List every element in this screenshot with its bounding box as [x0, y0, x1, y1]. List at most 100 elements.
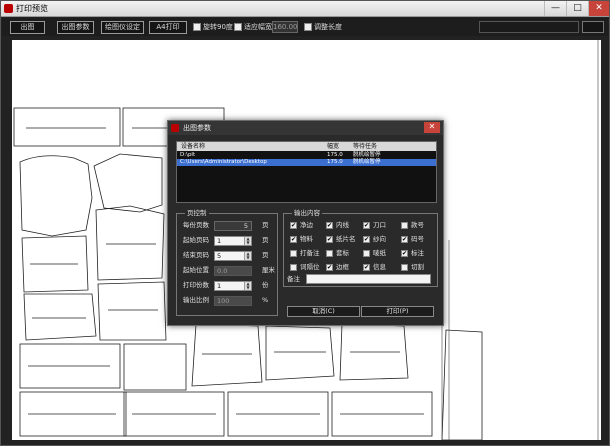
adjust-length-label: 调整长度 [314, 23, 342, 31]
device-row[interactable]: D:\plt 175.0 脱机绘暂停 [177, 152, 436, 159]
output-option-checkbox[interactable]: ✔ [401, 236, 408, 243]
cancel-button[interactable]: 取消(C) [287, 306, 360, 317]
rotate-90-checkbox[interactable] [193, 23, 201, 31]
window-title: 打印预览 [16, 4, 48, 13]
header-width: 幅宽 [327, 143, 340, 150]
a4-print-button[interactable]: A4打印 [149, 21, 187, 34]
output-option-label: 打备注 [300, 249, 320, 257]
output-option-checkbox[interactable]: ✔ [290, 222, 297, 229]
device-width: 175.0 [327, 159, 343, 165]
output-scale-label: 输出比例 [183, 296, 209, 304]
output-option-label: 标注 [411, 249, 424, 257]
minimize-button[interactable]: — [544, 1, 566, 16]
pattern-piece [95, 205, 165, 281]
output-scale-input[interactable]: 100 [214, 296, 252, 306]
device-row-selected[interactable]: C:\Users\Administrator\Desktop 175.0 脱机绘… [177, 159, 436, 166]
start-page-input[interactable]: 1 ▲ ▼ [214, 236, 252, 246]
pattern-piece [13, 107, 121, 147]
pattern-piece [191, 323, 263, 387]
output-option-checkbox[interactable]: ✔ [326, 264, 333, 271]
pattern-piece [23, 293, 97, 341]
device-list[interactable]: 设备名称 幅宽 等待任务 D:\plt 175.0 脱机绘暂停 C:\Users… [176, 141, 437, 203]
output-option-checkbox[interactable]: ✔ [290, 236, 297, 243]
plotter-settings-button[interactable]: 绘图仪设定 [101, 21, 144, 34]
app-logo-icon [4, 4, 13, 13]
header-device-name: 设备名称 [181, 143, 206, 150]
dialog-title-bar: 出图参数 ✕ [168, 121, 443, 135]
output-option-checkbox[interactable] [401, 222, 408, 229]
start-position-label: 起始位置 [183, 266, 209, 274]
status-button[interactable] [582, 21, 604, 33]
copies-label: 打印份数 [183, 281, 209, 289]
checkmark-icon: ✔ [402, 236, 408, 243]
output-content-title: 输出内容 [292, 209, 322, 218]
output-button[interactable]: 出图 [10, 21, 45, 34]
output-option-checkbox[interactable]: ✔ [326, 236, 333, 243]
end-page-unit: 页 [262, 251, 269, 259]
output-option-checkbox[interactable] [326, 250, 333, 257]
checkmark-icon: ✔ [291, 222, 297, 229]
start-page-value: 1 [217, 237, 222, 245]
maximize-button[interactable]: □ [566, 1, 588, 16]
pattern-piece [265, 325, 335, 381]
fit-width-checkbox[interactable] [234, 23, 242, 31]
output-option-label: 唛纸 [373, 249, 386, 257]
start-position-input[interactable]: 0.0 [214, 266, 252, 276]
pages-per-copy-label: 每份页数 [183, 221, 209, 229]
copies-input[interactable]: 1 ▲ ▼ [214, 281, 252, 291]
spin-arrows-icon[interactable]: ▲ ▼ [244, 282, 251, 290]
output-option-checkbox[interactable]: ✔ [363, 264, 370, 271]
end-page-label: 结束页码 [183, 251, 209, 259]
rotate-90-label: 旋转90度 [203, 23, 233, 31]
checkmark-icon: ✔ [364, 222, 370, 229]
print-preview-window: 打印预览 — □ ✕ 出图 出图参数 绘图仪设定 A4打印 旋转90度 适应幅宽… [0, 0, 610, 446]
output-option-checkbox[interactable] [363, 250, 370, 257]
output-params-button[interactable]: 出图参数 [57, 21, 94, 34]
copies-value: 1 [217, 282, 222, 290]
device-tasks: 脱机绘暂停 [353, 159, 381, 165]
output-option-label: 净边 [300, 221, 313, 229]
output-params-dialog: 出图参数 ✕ 设备名称 幅宽 等待任务 D:\plt 175.0 脱机绘暂停 C… [167, 120, 444, 326]
pattern-piece [97, 281, 167, 341]
output-option-label: 内线 [336, 221, 349, 229]
checkmark-icon: ✔ [327, 264, 333, 271]
checkmark-icon: ✔ [327, 222, 333, 229]
note-input[interactable] [306, 274, 431, 284]
output-option-checkbox[interactable]: ✔ [363, 222, 370, 229]
output-option-label: 刀口 [373, 221, 386, 229]
start-page-label: 起始页码 [183, 236, 209, 244]
output-option-checkbox[interactable] [290, 250, 297, 257]
print-button[interactable]: 打印(P) [361, 306, 434, 317]
output-option-checkbox[interactable] [290, 264, 297, 271]
page-control-group: 页控制 每份页数 5 页 起始页码 1 ▲ ▼ 页 结束页码 5 ▲ ▼ 页 起始位置 … [176, 209, 278, 316]
width-input[interactable]: 160.00 [272, 21, 298, 33]
pages-per-copy-field: 5 [214, 221, 252, 231]
output-option-label: 纸片名 [336, 235, 356, 243]
device-name: D:\plt [180, 152, 196, 158]
dialog-title: 出图参数 [183, 124, 211, 132]
output-option-label: 纱向 [373, 235, 386, 243]
output-option-checkbox[interactable]: ✔ [363, 236, 370, 243]
pages-per-copy-unit: 页 [262, 221, 269, 229]
title-bar: 打印预览 — □ ✕ [1, 1, 609, 17]
dialog-close-button[interactable]: ✕ [424, 122, 440, 133]
close-button[interactable]: ✕ [588, 1, 609, 16]
pattern-piece [123, 343, 187, 391]
adjust-length-checkbox[interactable] [304, 23, 312, 31]
start-page-unit: 页 [262, 236, 269, 244]
output-option-checkbox[interactable]: ✔ [401, 250, 408, 257]
header-waiting-tasks: 等待任务 [353, 143, 378, 150]
status-field[interactable] [479, 21, 579, 33]
spin-arrows-icon[interactable]: ▲ ▼ [244, 252, 251, 260]
output-option-label: 信息 [373, 263, 386, 271]
end-page-input[interactable]: 5 ▲ ▼ [214, 251, 252, 261]
device-list-header: 设备名称 幅宽 等待任务 [177, 142, 436, 151]
output-option-label: 词隔位 [300, 263, 320, 271]
app-logo-icon [171, 124, 179, 132]
device-width: 175.0 [327, 152, 343, 158]
spin-arrows-icon[interactable]: ▲ ▼ [244, 237, 251, 245]
output-option-checkbox[interactable] [401, 264, 408, 271]
device-name: C:\Users\Administrator\Desktop [180, 159, 267, 165]
output-option-checkbox[interactable]: ✔ [326, 222, 333, 229]
copies-unit: 份 [262, 281, 269, 289]
